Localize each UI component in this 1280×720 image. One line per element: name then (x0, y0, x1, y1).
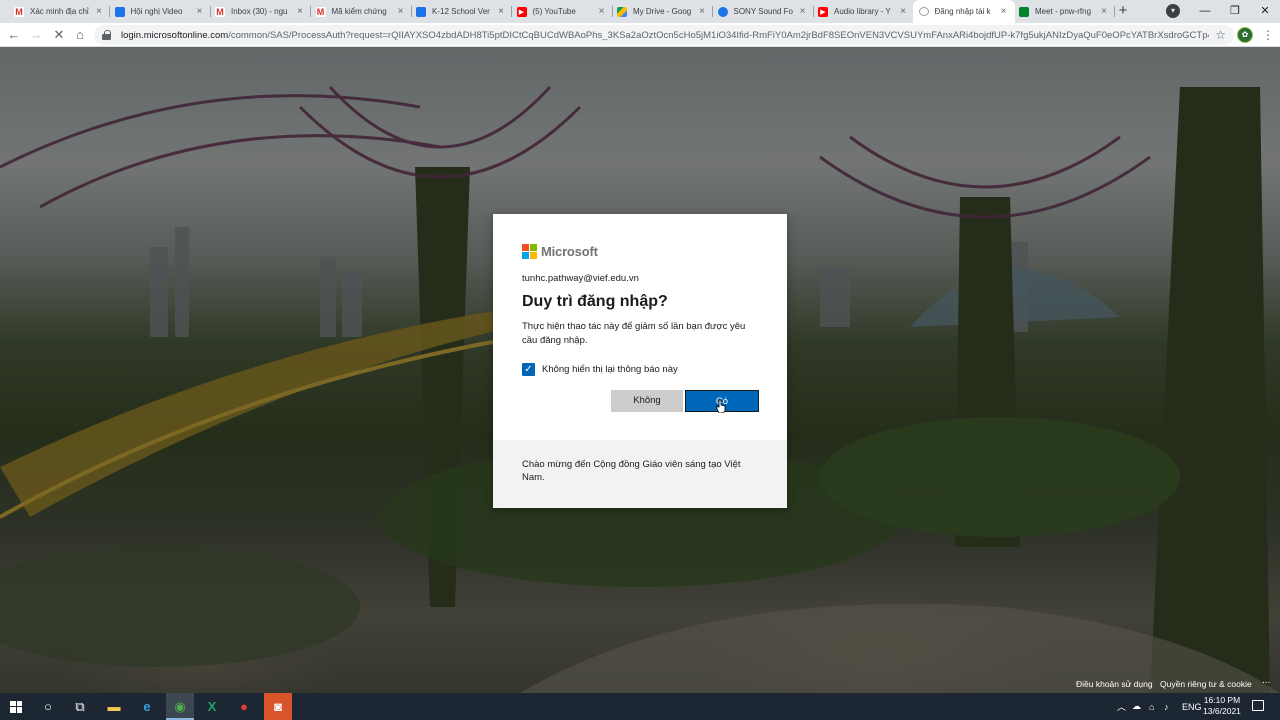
google-meet-icon (1019, 6, 1029, 17)
browser-tab[interactable]: My Drive - Goog × (611, 0, 713, 23)
notification-center-icon[interactable] (1252, 700, 1264, 711)
tab-close-icon[interactable]: × (94, 6, 104, 17)
excel-icon[interactable]: X (198, 693, 226, 720)
account-email: tunhc.pathway@vief.edu.vn (522, 273, 639, 284)
tab-title: Đăng nhập tài k (934, 7, 991, 16)
gmail-icon: M (315, 6, 326, 17)
browser-tab[interactable]: M Inbox (30) - ngu × (209, 0, 311, 23)
browser-tab[interactable]: Hội nghị Video × (109, 0, 211, 23)
network-icon[interactable]: ⌂ (1149, 693, 1154, 720)
meet-icon (114, 6, 125, 17)
clock-time: 16:10 PM (1203, 695, 1241, 705)
tab-strip: M Xác minh địa chỉ × Hội nghị Video × M Inbox … (0, 0, 1280, 23)
camera-recorder-icon[interactable]: ● (230, 693, 258, 720)
lock-icon[interactable] (102, 30, 111, 40)
chrome-icon[interactable]: ◉ (166, 693, 194, 720)
back-icon[interactable]: ← (5, 26, 23, 44)
loading-icon (918, 7, 929, 16)
browser-tab[interactable]: ▶ (5) YouTube × (511, 0, 613, 23)
tab-close-icon[interactable]: × (999, 6, 1009, 17)
screen-recorder-icon[interactable]: ◙ (264, 693, 292, 720)
tab-close-icon[interactable]: × (396, 6, 406, 17)
tab-title: Inbox (30) - ngu (231, 7, 288, 16)
stop-loading-icon[interactable]: ✕ (50, 26, 68, 44)
show-hidden-icons-icon[interactable]: ︿ (1117, 693, 1126, 720)
youtube-icon: ▶ (516, 6, 527, 17)
tab-title: Mã kiểm chứng (331, 7, 387, 16)
edge-icon[interactable]: e (133, 693, 161, 720)
dont-show-again-label[interactable]: Không hiển thị lại thông báo này (542, 364, 678, 375)
browser-tab[interactable]: ▶ Audio library - Y × (812, 0, 914, 23)
forward-icon[interactable]: → (27, 26, 45, 44)
tab-title: (5) YouTube (532, 7, 576, 16)
dialog-title: Duy trì đăng nhập? (522, 293, 668, 310)
microsoft-logo-icon (522, 244, 537, 259)
file-explorer-icon[interactable]: ▬ (100, 693, 128, 720)
meet-icon (416, 6, 426, 17)
dialog-footer-text: Chào mừng đến Cộng đồng Giáo viên sáng t… (493, 440, 787, 508)
tab-title: Audio library - Y (834, 7, 891, 16)
browser-menu-icon[interactable]: ⋮ (1262, 26, 1274, 44)
stay-signed-in-dialog: Microsoft tunhc.pathway@vief.edu.vn Duy … (493, 214, 787, 508)
tab-close-icon[interactable]: × (496, 6, 506, 17)
profile-avatar[interactable]: ✿ (1237, 27, 1253, 43)
address-bar[interactable]: login.microsoftonline.com/common/SAS/Pro… (94, 25, 1234, 45)
system-clock[interactable]: 16:10 PM 13/6/2021 (1198, 695, 1246, 717)
url-text[interactable]: login.microsoftonline.com/common/SAS/Pro… (121, 30, 1209, 41)
restore-icon[interactable]: ❐ (1220, 0, 1250, 23)
tab-search-icon[interactable]: ▾ (1166, 4, 1180, 18)
browser-tab[interactable]: SONY Sound Fo × (712, 0, 814, 23)
gmail-icon: M (215, 6, 225, 17)
hand-cursor-icon (716, 399, 726, 413)
privacy-cookies-link[interactable]: Quyền riêng tư & cookie (1160, 679, 1252, 689)
dont-show-again-checkbox[interactable]: ✓ (522, 363, 535, 376)
tab-close-icon[interactable]: × (1099, 6, 1109, 17)
clock-date: 13/6/2021 (1203, 706, 1241, 716)
tab-close-icon[interactable]: × (597, 6, 607, 17)
onedrive-icon[interactable]: ☁ (1132, 693, 1141, 720)
gmail-icon: M (14, 6, 24, 17)
drive-icon (617, 6, 627, 17)
browser-tab[interactable]: M Xác minh địa chỉ × (8, 0, 110, 23)
tab-title: Meet - pnw-rfng (1035, 7, 1092, 16)
browser-tab[interactable]: Đăng nhập tài k × (912, 0, 1015, 23)
tab-close-icon[interactable]: × (898, 6, 908, 17)
terms-of-use-link[interactable]: Điều khoản sử dụng (1076, 679, 1153, 689)
microsoft-brand-text: Microsoft (541, 244, 598, 259)
browser-tab[interactable]: K-12 School Ver × (410, 0, 512, 23)
browser-toolbar: ← → ✕ ⌂ login.microsoftonline.com/common… (0, 23, 1280, 47)
tab-title: Hội nghị Video (130, 7, 183, 16)
close-window-icon[interactable]: ✕ (1250, 0, 1280, 23)
minimize-icon[interactable]: — (1190, 0, 1220, 23)
dont-show-again-row[interactable]: ✓ Không hiển thị lại thông báo này (522, 363, 758, 376)
bookmark-star-icon[interactable]: ☆ (1215, 28, 1226, 42)
browser-tab[interactable]: M Mã kiểm chứng × (310, 0, 412, 23)
sony-icon (717, 6, 728, 17)
dialog-description: Thực hiện thao tác này để giảm số lần bạ… (522, 321, 746, 346)
tab-close-icon[interactable]: × (295, 6, 305, 17)
microsoft-logo: Microsoft (522, 243, 758, 260)
tab-close-icon[interactable]: × (798, 6, 808, 17)
new-tab-button[interactable]: + (1114, 2, 1132, 20)
more-options-link[interactable]: ... (1262, 675, 1270, 686)
browser-tab[interactable]: Meet - pnw-rfng × (1013, 0, 1115, 23)
tab-title: K-12 School Ver (432, 7, 490, 16)
no-button[interactable]: Không (611, 390, 683, 412)
volume-icon[interactable]: ♪ (1164, 693, 1169, 720)
tab-title: My Drive - Goog (633, 7, 692, 16)
tab-close-icon[interactable]: × (697, 6, 707, 17)
start-icon[interactable] (2, 693, 30, 720)
home-icon[interactable]: ⌂ (71, 26, 89, 44)
search-icon[interactable]: ○ (34, 693, 62, 720)
tab-title: Xác minh địa chỉ (30, 7, 89, 16)
windows-taskbar: ○ ⧉ ▬ e ◉ X ● ◙ ︿ ☁ ⌂ ♪ ENG 16:10 PM 13/… (0, 693, 1280, 720)
youtube-icon: ▶ (818, 6, 828, 17)
tab-title: SONY Sound Fo (733, 7, 793, 16)
task-view-icon[interactable]: ⧉ (66, 693, 94, 720)
tab-close-icon[interactable]: × (195, 6, 205, 17)
